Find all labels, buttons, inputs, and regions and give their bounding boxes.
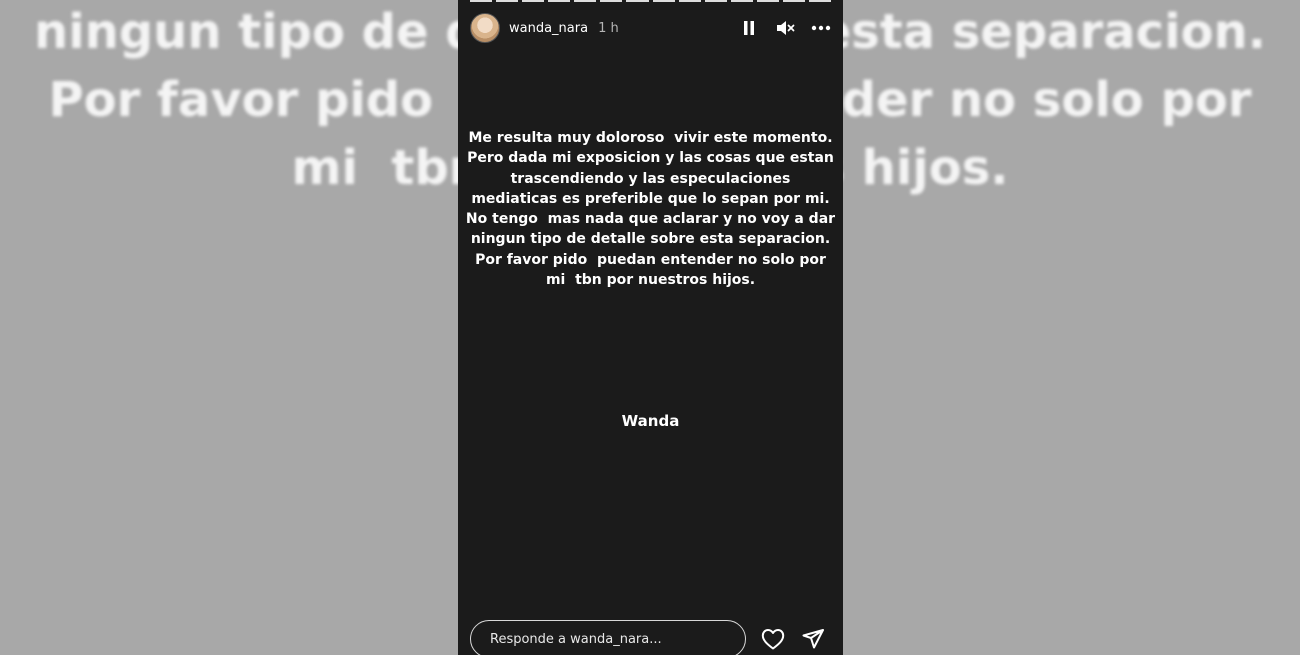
progress-segment <box>574 0 597 2</box>
post-time: 1 h <box>598 20 619 36</box>
mute-icon[interactable] <box>775 18 795 38</box>
avatar[interactable] <box>470 13 500 43</box>
progress-segment <box>678 0 701 2</box>
pause-icon[interactable] <box>739 18 759 38</box>
progress-segment <box>652 0 675 2</box>
heart-icon[interactable] <box>761 627 785 651</box>
story-signature: Wanda <box>621 412 680 430</box>
story-controls <box>739 18 831 38</box>
story-footer: Responde a wanda_nara... <box>470 619 831 655</box>
story-message: Me resulta muy doloroso vivir este momen… <box>465 130 836 289</box>
progress-segment <box>730 0 753 2</box>
send-icon[interactable] <box>801 627 825 651</box>
progress-segment <box>496 0 519 2</box>
reply-placeholder: Responde a wanda_nara... <box>490 631 662 647</box>
story-header: wanda_nara 1 h <box>470 12 831 44</box>
progress-segment <box>600 0 623 2</box>
progress-segment <box>756 0 779 2</box>
progress-segment <box>704 0 727 2</box>
username[interactable]: wanda_nara <box>509 21 588 36</box>
progress-segment <box>626 0 649 2</box>
progress-segment <box>522 0 545 2</box>
story-viewer[interactable]: wanda_nara 1 h Me resulta muy doloroso v… <box>458 0 843 655</box>
story-progress-bar <box>470 0 832 2</box>
progress-segment <box>470 0 493 2</box>
progress-segment <box>548 0 571 2</box>
footer-actions <box>761 627 825 651</box>
progress-segment <box>809 0 832 2</box>
progress-segment <box>782 0 806 2</box>
more-icon[interactable] <box>811 18 831 38</box>
reply-input[interactable]: Responde a wanda_nara... <box>470 620 746 655</box>
